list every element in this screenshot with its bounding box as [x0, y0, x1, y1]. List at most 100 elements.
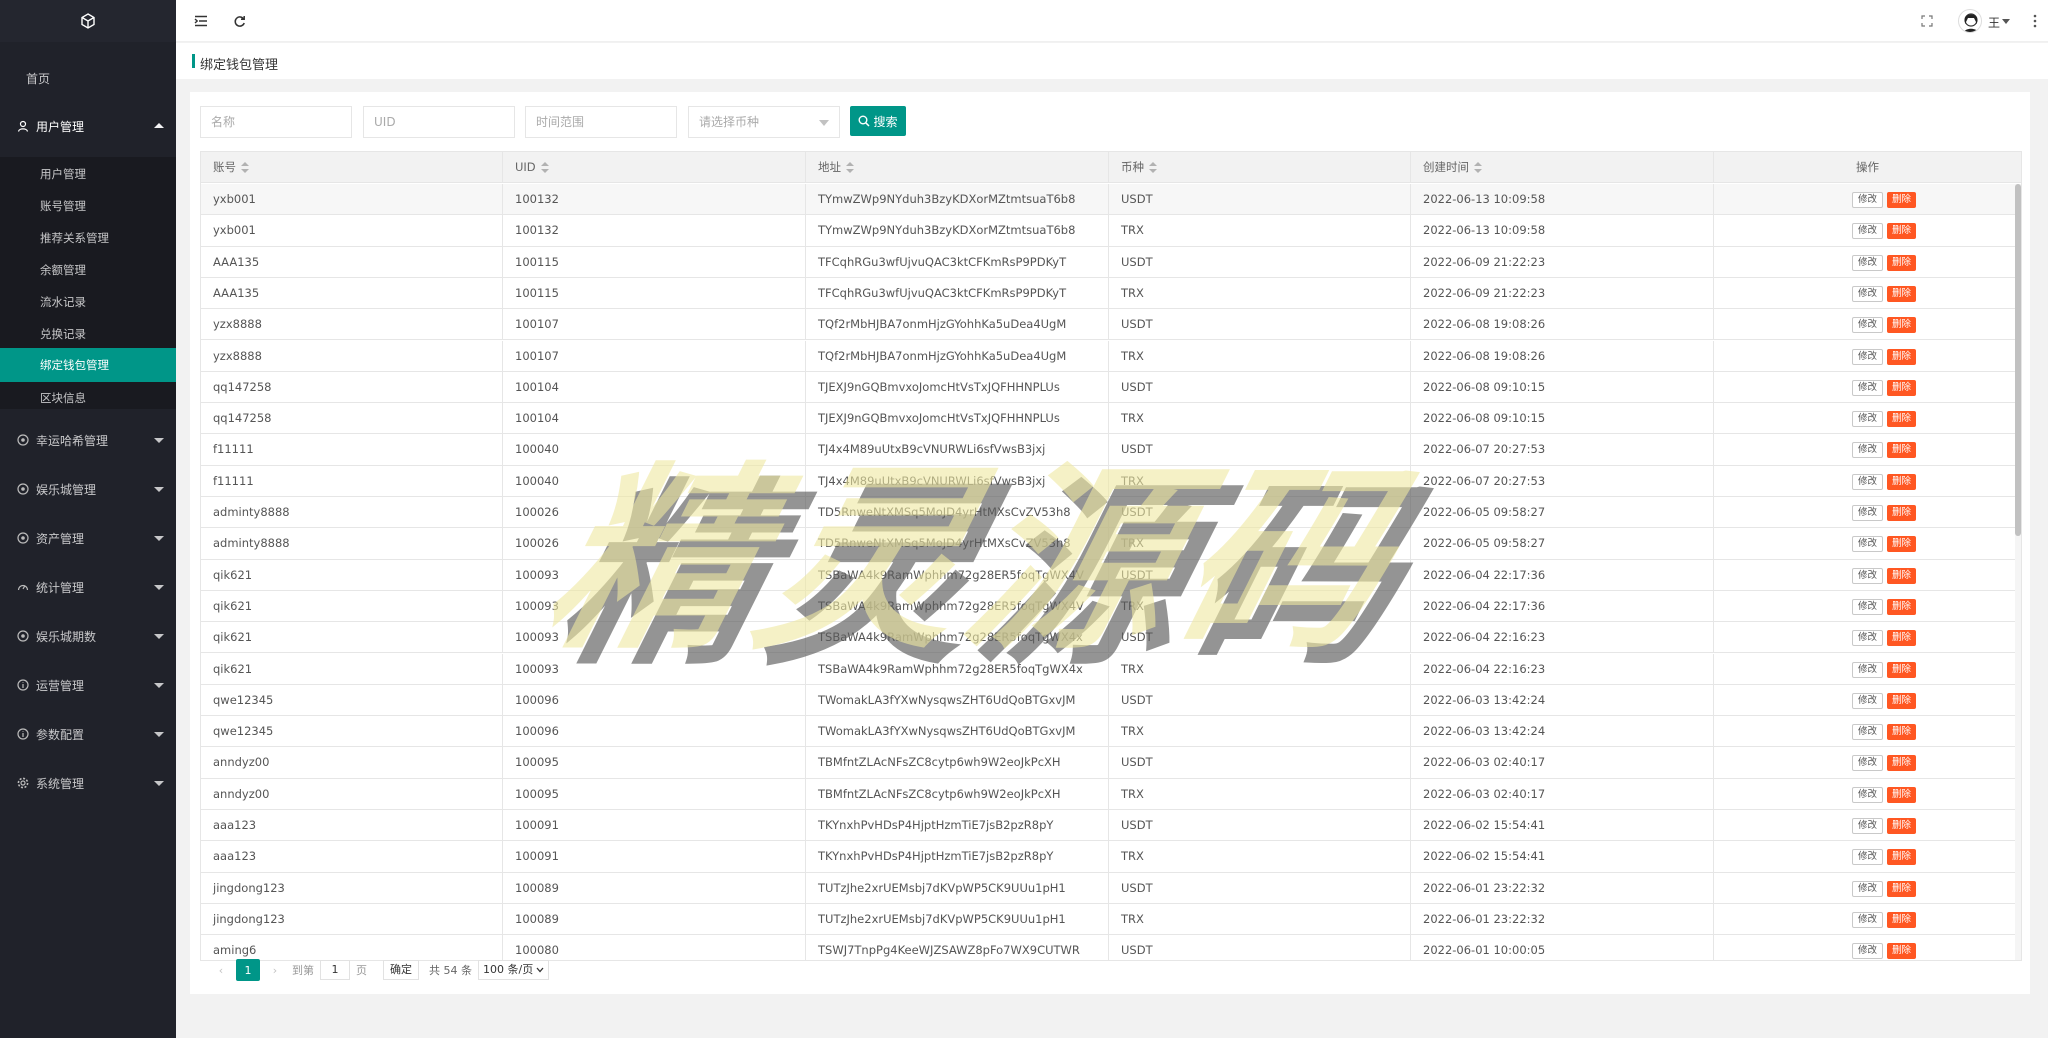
delete-button[interactable]: 删除 [1887, 192, 1917, 208]
more-vertical-icon[interactable] [2026, 12, 2044, 30]
edit-button[interactable]: 修改 [1852, 411, 1884, 428]
name-input[interactable] [211, 107, 351, 137]
edit-button[interactable]: 修改 [1852, 724, 1884, 741]
goto-page-input[interactable]: 1 [320, 960, 350, 980]
delete-button[interactable]: 删除 [1887, 536, 1917, 553]
time-range-input[interactable] [536, 107, 676, 137]
sidebar-group-assets[interactable]: 资产管理 [0, 520, 176, 556]
delete-button[interactable]: 删除 [1887, 911, 1917, 928]
delete-button[interactable]: 删除 [1887, 379, 1917, 396]
edit-button[interactable]: 修改 [1852, 379, 1884, 396]
edit-button[interactable]: 修改 [1852, 348, 1884, 365]
delete-button[interactable]: 删除 [1887, 567, 1917, 584]
edit-button[interactable]: 修改 [1852, 849, 1884, 866]
edit-button[interactable]: 修改 [1852, 317, 1884, 334]
goto-confirm-button[interactable]: 确定 [383, 960, 419, 980]
sidebar-item-balance[interactable]: 余额管理 [0, 254, 176, 286]
logo[interactable] [0, 0, 176, 42]
delete-button[interactable]: 删除 [1887, 223, 1917, 240]
delete-button[interactable]: 删除 [1887, 285, 1917, 302]
delete-button[interactable]: 删除 [1887, 442, 1917, 459]
edit-button[interactable]: 修改 [1852, 786, 1884, 803]
sidebar-item-flow-records[interactable]: 流水记录 [0, 286, 176, 318]
sidebar-item-block-info[interactable]: 区块信息 [0, 382, 176, 414]
edit-button[interactable]: 修改 [1852, 536, 1884, 553]
sidebar-group-stats[interactable]: 统计管理 [0, 569, 176, 605]
prev-page-icon[interactable]: ‹ [210, 959, 232, 981]
refresh-icon[interactable] [230, 12, 248, 30]
column-header-account[interactable]: 账号 [201, 152, 503, 183]
edit-button[interactable]: 修改 [1852, 223, 1884, 240]
user-name[interactable]: 王 [1988, 14, 2000, 31]
sort-icon[interactable] [540, 162, 549, 173]
fullscreen-icon[interactable] [1918, 12, 1936, 30]
next-page-icon[interactable]: › [264, 959, 286, 981]
sort-icon[interactable] [241, 162, 249, 173]
scrollbar-thumb[interactable] [2015, 184, 2021, 536]
edit-button[interactable]: 修改 [1852, 505, 1884, 521]
delete-button[interactable]: 删除 [1887, 598, 1917, 615]
delete-button[interactable]: 删除 [1887, 317, 1917, 334]
delete-button[interactable]: 删除 [1887, 411, 1917, 428]
sort-icon[interactable] [1474, 162, 1482, 173]
sidebar-item-exchange-records[interactable]: 兑换记录 [0, 318, 176, 350]
column-header-coin[interactable]: 币种 [1109, 152, 1411, 183]
column-header-address[interactable]: 地址 [806, 152, 1109, 183]
delete-button[interactable]: 删除 [1887, 254, 1917, 271]
delete-button[interactable]: 删除 [1887, 786, 1917, 803]
column-header-created[interactable]: 创建时间 [1411, 152, 1714, 183]
sidebar-group-params[interactable]: 参数配置 [0, 716, 176, 752]
sidebar-group-casino[interactable]: 娱乐城管理 [0, 471, 176, 507]
edit-button[interactable]: 修改 [1852, 442, 1884, 459]
time-range-field[interactable] [525, 106, 677, 138]
uid-input[interactable] [374, 107, 514, 137]
sidebar-item-user-list[interactable]: 用户管理 [0, 158, 176, 190]
edit-button[interactable]: 修改 [1852, 943, 1884, 960]
page-size-select[interactable]: 100 条/页 [478, 960, 550, 980]
delete-button[interactable]: 删除 [1887, 724, 1917, 741]
edit-button[interactable]: 修改 [1852, 630, 1884, 647]
coin-select[interactable]: 请选择币种 [688, 106, 840, 138]
edit-button[interactable]: 修改 [1852, 598, 1884, 615]
edit-button[interactable]: 修改 [1852, 911, 1884, 928]
sidebar-group-casino-periods[interactable]: 娱乐城期数 [0, 618, 176, 654]
edit-button[interactable]: 修改 [1852, 692, 1884, 709]
delete-button[interactable]: 删除 [1887, 943, 1917, 960]
edit-button[interactable]: 修改 [1852, 567, 1884, 584]
delete-button[interactable]: 删除 [1887, 849, 1917, 866]
edit-button[interactable]: 修改 [1852, 755, 1884, 772]
delete-button[interactable]: 删除 [1887, 630, 1917, 647]
search-button[interactable]: 搜索 [850, 106, 906, 136]
sort-icon[interactable] [846, 162, 854, 173]
sidebar-item-home[interactable]: 首页 [0, 60, 176, 96]
table-scrollbar[interactable] [2015, 184, 2021, 960]
chevron-down-icon[interactable] [2002, 19, 2010, 24]
name-field[interactable] [200, 106, 352, 138]
sort-icon[interactable] [1149, 162, 1157, 173]
edit-button[interactable]: 修改 [1852, 473, 1884, 490]
uid-field[interactable] [363, 106, 515, 138]
sidebar-item-accounts[interactable]: 账号管理 [0, 190, 176, 222]
delete-button[interactable]: 删除 [1887, 818, 1917, 834]
edit-button[interactable]: 修改 [1852, 285, 1884, 302]
delete-button[interactable]: 删除 [1887, 880, 1917, 897]
sidebar-group-user-mgmt[interactable]: 用户管理 [0, 108, 176, 144]
delete-button[interactable]: 删除 [1887, 692, 1917, 709]
sidebar-item-referrals[interactable]: 推荐关系管理 [0, 222, 176, 254]
edit-button[interactable]: 修改 [1852, 254, 1884, 271]
column-header-uid[interactable]: UID [503, 152, 806, 183]
delete-button[interactable]: 删除 [1887, 348, 1917, 365]
sidebar-group-operations[interactable]: 运营管理 [0, 667, 176, 703]
edit-button[interactable]: 修改 [1852, 192, 1884, 208]
delete-button[interactable]: 删除 [1887, 505, 1917, 521]
edit-button[interactable]: 修改 [1852, 880, 1884, 897]
delete-button[interactable]: 删除 [1887, 473, 1917, 490]
current-page[interactable]: 1 [236, 959, 260, 981]
sidebar-item-wallet-binding[interactable]: 绑定钱包管理 [0, 348, 176, 382]
delete-button[interactable]: 删除 [1887, 661, 1917, 678]
delete-button[interactable]: 删除 [1887, 755, 1917, 772]
sidebar-group-system[interactable]: 系统管理 [0, 765, 176, 801]
edit-button[interactable]: 修改 [1852, 818, 1884, 834]
menu-collapse-icon[interactable] [192, 12, 210, 30]
edit-button[interactable]: 修改 [1852, 661, 1884, 678]
